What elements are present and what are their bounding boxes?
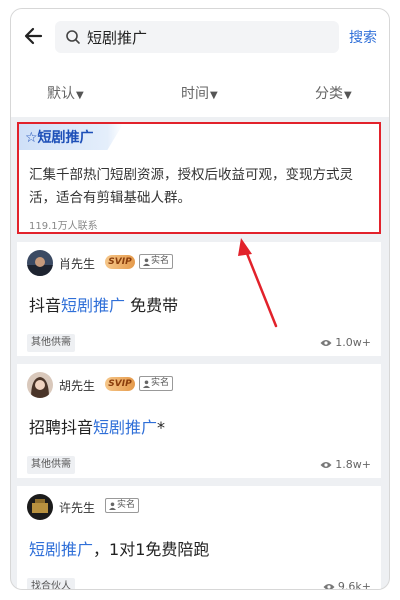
verified-label: 实名	[117, 500, 136, 510]
category-tag: 其他供需	[27, 334, 75, 352]
search-header: 搜索	[11, 9, 389, 65]
filter-default[interactable]: 默认▼	[47, 83, 84, 103]
category-tag: 其他供需	[27, 456, 75, 474]
verified-label: 实名	[151, 256, 170, 266]
search-input[interactable]	[87, 28, 327, 46]
promo-contact-count: 119.1万人联系	[29, 221, 98, 232]
filter-category[interactable]: 分类▼	[315, 83, 352, 103]
post-title: 招聘抖音短剧推广*	[29, 414, 165, 438]
promo-tag: ☆短剧推广	[25, 130, 94, 146]
filter-label: 分类	[315, 86, 343, 102]
svip-badge: SVIP	[105, 377, 135, 391]
post-title: 短剧推广，1对1免费陪跑	[29, 536, 209, 560]
title-text: 抖音	[29, 296, 62, 315]
back-arrow-icon[interactable]	[21, 23, 47, 49]
filter-time[interactable]: 时间▼	[181, 83, 218, 103]
post-card[interactable]: 许先生 实名 短剧推广，1对1免费陪跑 找合伙人 9.6k+	[17, 486, 381, 590]
filter-label: 默认	[47, 86, 75, 102]
eye-icon	[320, 339, 332, 346]
avatar	[27, 494, 53, 520]
title-keyword: 短剧推广	[61, 296, 126, 315]
title-keyword: 短剧推广	[29, 540, 94, 559]
eye-icon	[323, 583, 335, 589]
caret-down-icon: ▼	[344, 90, 352, 101]
caret-down-icon: ▼	[76, 90, 84, 101]
person-icon	[143, 380, 150, 388]
promo-description: 汇集千部热门短剧资源，授权后收益可观，变现方式灵活，适合有剪辑基础人群。	[29, 167, 353, 206]
title-text: *	[157, 418, 166, 437]
title-text: ，1对1免费陪跑	[93, 540, 210, 559]
search-bar[interactable]	[55, 21, 339, 53]
post-card[interactable]: 胡先生 SVIP 实名 招聘抖音短剧推广* 其他供需 1.8w+	[17, 364, 381, 478]
title-text: 免费带	[125, 296, 179, 315]
search-icon	[66, 30, 80, 44]
verified-badge: 实名	[105, 498, 140, 513]
title-keyword: 短剧推广	[93, 418, 158, 437]
view-count: 1.0w+	[320, 336, 371, 349]
person-icon	[109, 502, 116, 510]
view-count-value: 1.0w+	[335, 336, 371, 349]
verified-label: 实名	[151, 378, 170, 388]
category-tag: 找合伙人	[27, 578, 75, 589]
verified-badge: 实名	[139, 254, 174, 269]
post-card[interactable]: 肖先生 SVIP 实名 抖音短剧推广 免费带 其他供需 1.0w+	[17, 242, 381, 356]
title-text: 招聘抖音	[29, 418, 94, 437]
person-icon	[143, 258, 150, 266]
eye-icon	[320, 461, 332, 468]
filter-label: 时间	[181, 86, 209, 102]
author-name: 许先生	[59, 501, 96, 515]
avatar	[27, 372, 53, 398]
view-count-value: 9.6k+	[337, 580, 371, 590]
filter-bar: 默认▼ 时间▼ 分类▼	[11, 65, 389, 117]
caret-down-icon: ▼	[210, 90, 218, 101]
view-count: 9.6k+	[323, 580, 371, 590]
view-count-value: 1.8w+	[335, 458, 371, 471]
author-name: 胡先生	[59, 379, 96, 393]
author-name: 肖先生	[59, 257, 96, 271]
svip-badge: SVIP	[105, 255, 135, 269]
search-button[interactable]: 搜索	[349, 27, 377, 47]
post-title: 抖音短剧推广 免费带	[29, 292, 178, 316]
view-count: 1.8w+	[320, 458, 371, 471]
avatar	[27, 250, 53, 276]
promo-card[interactable]: ☆短剧推广 汇集千部热门短剧资源，授权后收益可观，变现方式灵活，适合有剪辑基础人…	[17, 122, 381, 234]
verified-badge: 实名	[139, 376, 174, 391]
phone-frame: 搜索 默认▼ 时间▼ 分类▼ ☆短剧推广 汇集千部热门短剧资源，授权后收益可观，…	[10, 8, 390, 590]
